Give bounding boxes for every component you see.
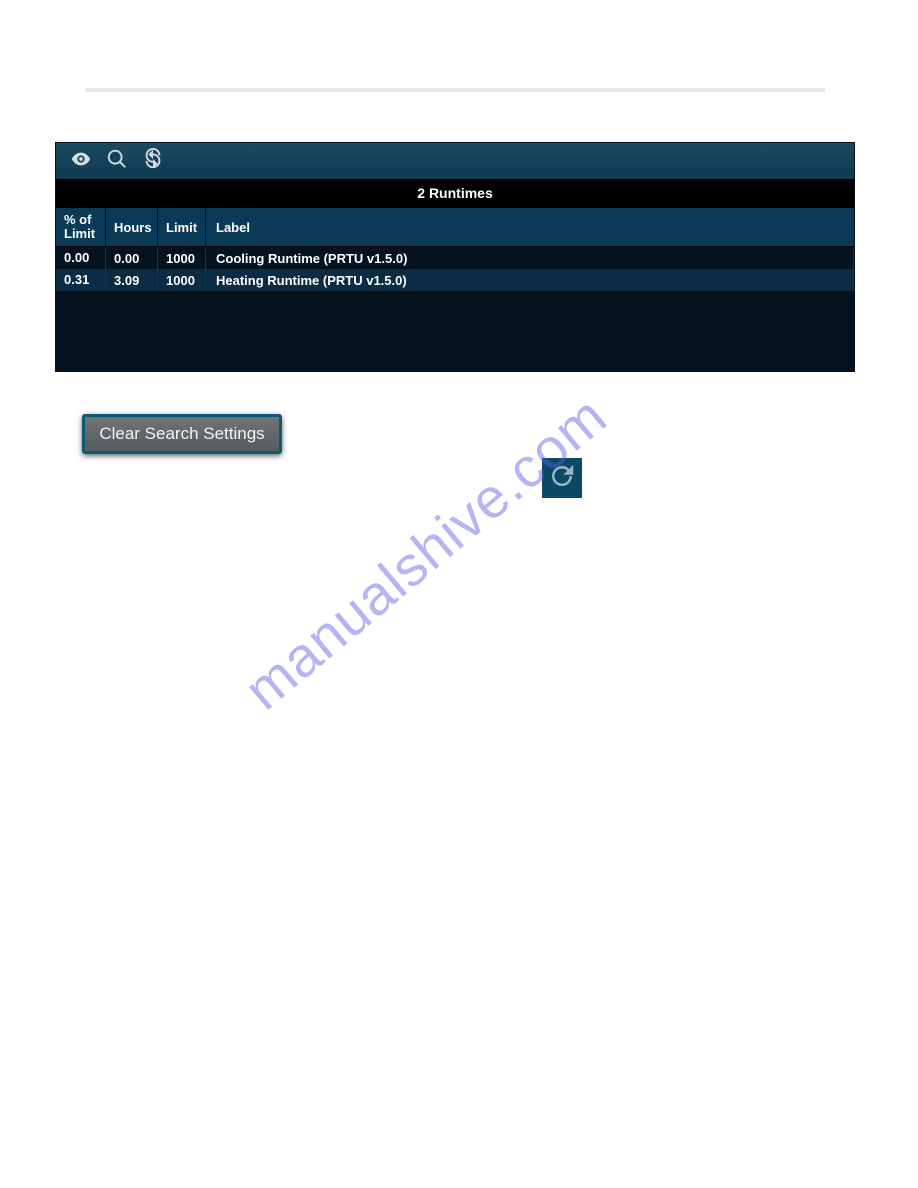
panel-empty-space	[56, 291, 854, 371]
cell-limit: 1000	[158, 269, 206, 291]
cell-pct: 0.31	[56, 269, 106, 291]
col-header-limit[interactable]: Limit	[158, 208, 206, 246]
divider	[85, 88, 825, 92]
cell-limit: 1000	[158, 247, 206, 269]
eye-icon[interactable]	[70, 148, 92, 175]
panel-toolbar	[56, 143, 854, 179]
refresh-button[interactable]	[542, 458, 582, 498]
watermark: manualshive.com	[232, 383, 619, 723]
refresh-icon[interactable]	[142, 148, 164, 175]
col-header-label[interactable]: Label	[206, 208, 854, 246]
clear-search-settings-button[interactable]: Clear Search Settings	[82, 414, 282, 454]
refresh-icon	[547, 461, 577, 496]
cell-label: Heating Runtime (PRTU v1.5.0)	[206, 269, 854, 291]
runtimes-panel: 2 Runtimes % of Limit Hours Limit Label …	[55, 142, 855, 372]
cell-pct: 0.00	[56, 247, 106, 269]
col-header-pct[interactable]: % of Limit	[56, 208, 106, 246]
table-header: % of Limit Hours Limit Label	[56, 207, 854, 247]
cell-hours: 3.09	[106, 269, 158, 291]
table-row[interactable]: 0.31 3.09 1000 Heating Runtime (PRTU v1.…	[56, 269, 854, 291]
panel-title: 2 Runtimes	[56, 179, 854, 207]
cell-label: Cooling Runtime (PRTU v1.5.0)	[206, 247, 854, 269]
cell-hours: 0.00	[106, 247, 158, 269]
table-body: 0.00 0.00 1000 Cooling Runtime (PRTU v1.…	[56, 247, 854, 291]
table-row[interactable]: 0.00 0.00 1000 Cooling Runtime (PRTU v1.…	[56, 247, 854, 269]
search-icon[interactable]	[106, 148, 128, 175]
col-header-hours[interactable]: Hours	[106, 208, 158, 246]
